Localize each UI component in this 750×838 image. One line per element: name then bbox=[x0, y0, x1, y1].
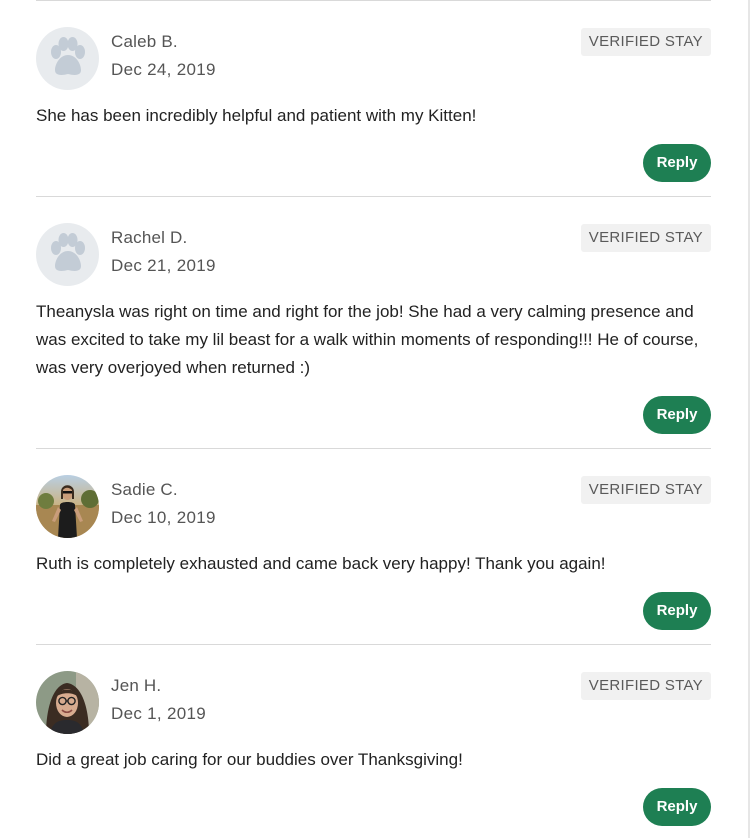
reply-button[interactable]: Reply bbox=[643, 396, 711, 434]
review-date: Dec 10, 2019 bbox=[111, 508, 216, 527]
reviewer-name: Rachel D. bbox=[111, 228, 188, 247]
review-item: Sadie C. Dec 10, 2019 VERIFIED STAY Ruth… bbox=[36, 448, 711, 644]
paw-icon bbox=[51, 37, 85, 75]
verified-stay-badge: VERIFIED STAY bbox=[580, 672, 711, 700]
reviewer-name: Caleb B. bbox=[111, 32, 178, 51]
reply-button[interactable]: Reply bbox=[643, 144, 711, 182]
review-date: Dec 24, 2019 bbox=[111, 60, 216, 79]
paw-icon bbox=[51, 233, 85, 271]
avatar bbox=[36, 475, 99, 538]
avatar bbox=[36, 671, 99, 734]
user-photo bbox=[36, 475, 99, 538]
reviewer-name: Jen H. bbox=[111, 676, 162, 695]
review-item: Jen H. Dec 1, 2019 VERIFIED STAY Did a g… bbox=[36, 644, 711, 837]
reviewer-name: Sadie C. bbox=[111, 480, 178, 499]
verified-stay-badge: VERIFIED STAY bbox=[580, 476, 711, 504]
avatar bbox=[36, 223, 99, 286]
reply-button[interactable]: Reply bbox=[643, 788, 711, 826]
review-item: Caleb B. Dec 24, 2019 VERIFIED STAY She … bbox=[36, 0, 711, 196]
user-photo bbox=[36, 671, 99, 734]
review-text: Ruth is completely exhausted and came ba… bbox=[36, 554, 606, 573]
review-item: Rachel D. Dec 21, 2019 VERIFIED STAY The… bbox=[36, 196, 711, 448]
review-text: She has been incredibly helpful and pati… bbox=[36, 106, 477, 125]
review-list: Caleb B. Dec 24, 2019 VERIFIED STAY She … bbox=[36, 0, 711, 837]
review-text: Did a great job caring for our buddies o… bbox=[36, 750, 463, 769]
review-text: Theanysla was right on time and right fo… bbox=[36, 302, 699, 377]
review-date: Dec 1, 2019 bbox=[111, 704, 206, 723]
review-date: Dec 21, 2019 bbox=[111, 256, 216, 275]
verified-stay-badge: VERIFIED STAY bbox=[580, 224, 711, 252]
verified-stay-badge: VERIFIED STAY bbox=[580, 28, 711, 56]
avatar bbox=[36, 27, 99, 90]
reply-button[interactable]: Reply bbox=[643, 592, 711, 630]
